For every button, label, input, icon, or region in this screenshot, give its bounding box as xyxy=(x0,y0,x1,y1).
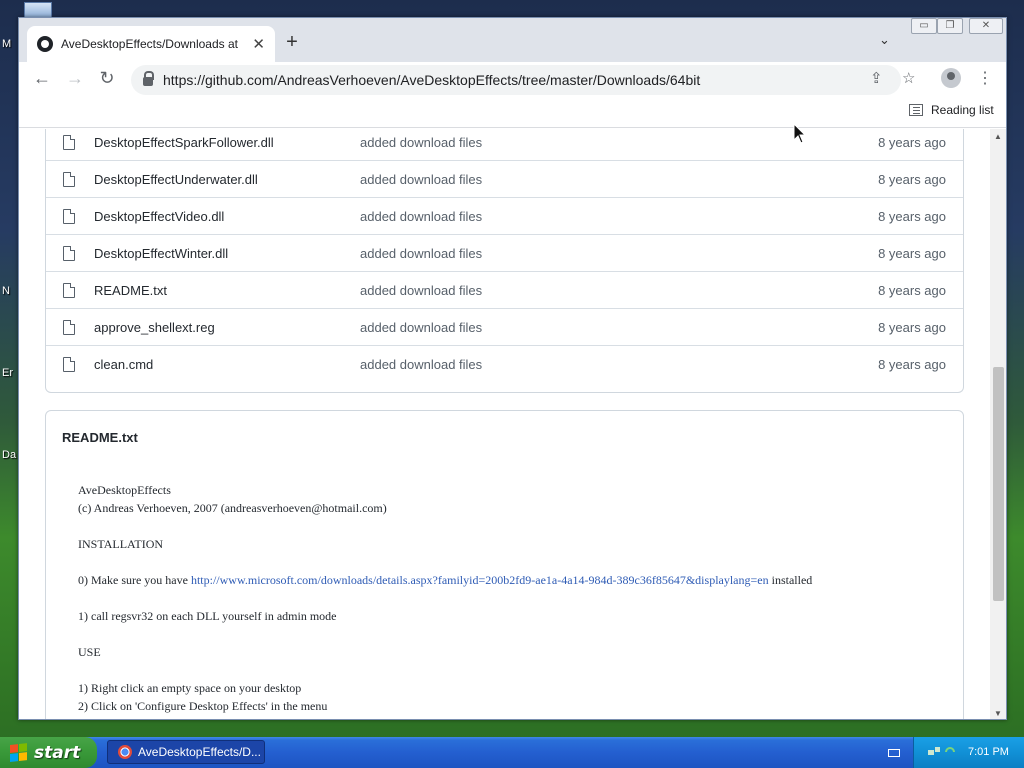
file-icon xyxy=(63,135,75,150)
commit-message[interactable]: added download files xyxy=(360,357,482,372)
menu-kebab-icon[interactable]: ⋮ xyxy=(977,68,993,88)
file-icon xyxy=(63,320,75,335)
commit-message[interactable]: added download files xyxy=(360,172,482,187)
file-row[interactable]: DesktopEffectUnderwater.dll added downlo… xyxy=(46,160,963,197)
readme-panel: README.txt AveDesktopEffects (c) Andreas… xyxy=(45,410,964,719)
taskbar: start AveDesktopEffects/D... 7:01 PM xyxy=(0,737,1024,768)
url-text[interactable]: https://github.com/AndreasVerhoeven/AveD… xyxy=(163,72,700,88)
readme-line: 1) Right click an empty space on your de… xyxy=(78,681,302,695)
tab-title: AveDesktopEffects/Downloads at m xyxy=(61,37,241,51)
readme-line: AveDesktopEffects xyxy=(78,483,171,497)
desktop-label-4[interactable]: Da xyxy=(2,449,16,461)
taskbar-item-chrome[interactable]: AveDesktopEffects/D... xyxy=(107,740,265,764)
reading-list-label: Reading list xyxy=(931,103,994,117)
start-button[interactable]: start xyxy=(0,737,97,768)
profile-avatar[interactable] xyxy=(941,68,961,88)
reload-icon[interactable]: ↻ xyxy=(95,68,119,89)
readme-line: 2) Click on 'Configure Desktop Effects' … xyxy=(78,699,328,713)
commit-age: 8 years ago xyxy=(878,282,946,298)
desktop-label-1[interactable]: M xyxy=(2,38,11,50)
commit-message[interactable]: added download files xyxy=(360,320,482,335)
scroll-up-icon[interactable]: ▲ xyxy=(994,132,1002,141)
file-row[interactable]: DesktopEffectVideo.dll added download fi… xyxy=(46,197,963,234)
readme-text: 0) Make sure you have xyxy=(78,573,191,587)
desktop-label-3[interactable]: Er xyxy=(2,367,13,379)
desktop-label-2[interactable]: N xyxy=(2,285,10,297)
commit-message[interactable]: added download files xyxy=(360,209,482,224)
commit-age: 8 years ago xyxy=(878,245,946,261)
commit-message[interactable]: added download files xyxy=(360,135,482,150)
mouse-cursor-icon xyxy=(793,123,807,144)
commit-message[interactable]: added download files xyxy=(360,283,482,298)
new-tab-button[interactable]: + xyxy=(281,31,303,54)
address-bar[interactable]: https://github.com/AndreasVerhoeven/AveD… xyxy=(131,65,901,95)
chrome-icon xyxy=(118,745,132,759)
share-icon[interactable]: ⇪ xyxy=(870,69,883,87)
lock-icon[interactable] xyxy=(143,71,154,86)
file-name[interactable]: DesktopEffectVideo.dll xyxy=(94,209,224,224)
tab-active[interactable]: AveDesktopEffects/Downloads at m ✕ xyxy=(27,26,275,62)
file-name[interactable]: approve_shellext.reg xyxy=(94,320,215,335)
readme-line: INSTALLATION xyxy=(78,537,164,551)
commit-age: 8 years ago xyxy=(878,134,946,150)
file-row[interactable]: clean.cmd added download files 8 years a… xyxy=(46,345,963,382)
commit-message[interactable]: added download files xyxy=(360,246,482,261)
file-row[interactable]: DesktopEffectSparkFollower.dll added dow… xyxy=(46,129,963,160)
readme-line: 1) call regsvr32 on each DLL yourself in… xyxy=(78,609,337,623)
scroll-down-icon[interactable]: ▼ xyxy=(994,709,1002,718)
system-tray: 7:01 PM xyxy=(913,737,1024,768)
github-icon xyxy=(37,36,53,52)
commit-age: 8 years ago xyxy=(878,208,946,224)
keyboard-layout-icon[interactable] xyxy=(888,749,900,757)
commit-age: 8 years ago xyxy=(878,171,946,187)
readme-body: AveDesktopEffects (c) Andreas Verhoeven,… xyxy=(78,481,812,715)
file-name[interactable]: README.txt xyxy=(94,283,167,298)
readme-line: USE xyxy=(78,645,101,659)
file-icon xyxy=(63,172,75,187)
forward-icon[interactable]: → xyxy=(63,68,87,89)
file-name[interactable]: DesktopEffectWinter.dll xyxy=(94,246,228,261)
file-icon xyxy=(63,209,75,224)
commit-age: 8 years ago xyxy=(878,319,946,335)
file-row[interactable]: DesktopEffectWinter.dll added download f… xyxy=(46,234,963,271)
file-name[interactable]: clean.cmd xyxy=(94,357,153,372)
tab-strip: AveDesktopEffects/Downloads at m ✕ + ⌄ ▭… xyxy=(19,18,1006,62)
readme-line: (c) Andreas Verhoeven, 2007 (andreasverh… xyxy=(78,501,387,515)
file-row[interactable]: README.txt added download files 8 years … xyxy=(46,271,963,308)
file-name[interactable]: DesktopEffectUnderwater.dll xyxy=(94,172,258,187)
close-tab-icon[interactable]: ✕ xyxy=(252,35,265,53)
tab-search-chevron-icon[interactable]: ⌄ xyxy=(879,32,890,48)
commit-age: 8 years ago xyxy=(878,356,946,372)
reading-list-icon xyxy=(909,104,923,116)
file-icon xyxy=(63,283,75,298)
scroll-thumb[interactable] xyxy=(993,367,1004,601)
maximize-button[interactable]: ❐ xyxy=(937,18,963,34)
readme-line: 0) Make sure you have http://www.microso… xyxy=(78,571,812,589)
file-name[interactable]: DesktopEffectSparkFollower.dll xyxy=(94,135,274,150)
bookmarks-bar xyxy=(19,98,1006,128)
back-icon[interactable]: ← xyxy=(30,68,54,89)
readme-link[interactable]: http://www.microsoft.com/downloads/detai… xyxy=(191,573,769,587)
close-window-button[interactable]: ✕ xyxy=(969,18,1003,34)
reading-list-button[interactable]: Reading list xyxy=(909,103,994,117)
desktop-icon[interactable] xyxy=(24,2,52,18)
windows-logo-icon xyxy=(10,742,28,763)
minimize-button[interactable]: ▭ xyxy=(911,18,937,34)
readme-title: README.txt xyxy=(62,430,138,445)
vertical-scrollbar[interactable]: ▲ ▼ xyxy=(990,129,1006,719)
file-row[interactable]: approve_shellext.reg added download file… xyxy=(46,308,963,345)
start-label: start xyxy=(34,742,81,763)
file-icon xyxy=(63,246,75,261)
browser-window: AveDesktopEffects/Downloads at m ✕ + ⌄ ▭… xyxy=(18,17,1007,720)
clock[interactable]: 7:01 PM xyxy=(968,746,1009,758)
file-icon xyxy=(63,357,75,372)
readme-text: installed xyxy=(768,573,813,587)
page-content: DesktopEffectSparkFollower.dll added dow… xyxy=(19,129,989,719)
taskbar-item-label: AveDesktopEffects/D... xyxy=(138,745,261,759)
sync-icon[interactable] xyxy=(944,746,956,758)
file-list: DesktopEffectSparkFollower.dll added dow… xyxy=(45,129,964,393)
bookmark-star-icon[interactable]: ☆ xyxy=(902,69,915,87)
network-icon[interactable] xyxy=(928,746,940,758)
